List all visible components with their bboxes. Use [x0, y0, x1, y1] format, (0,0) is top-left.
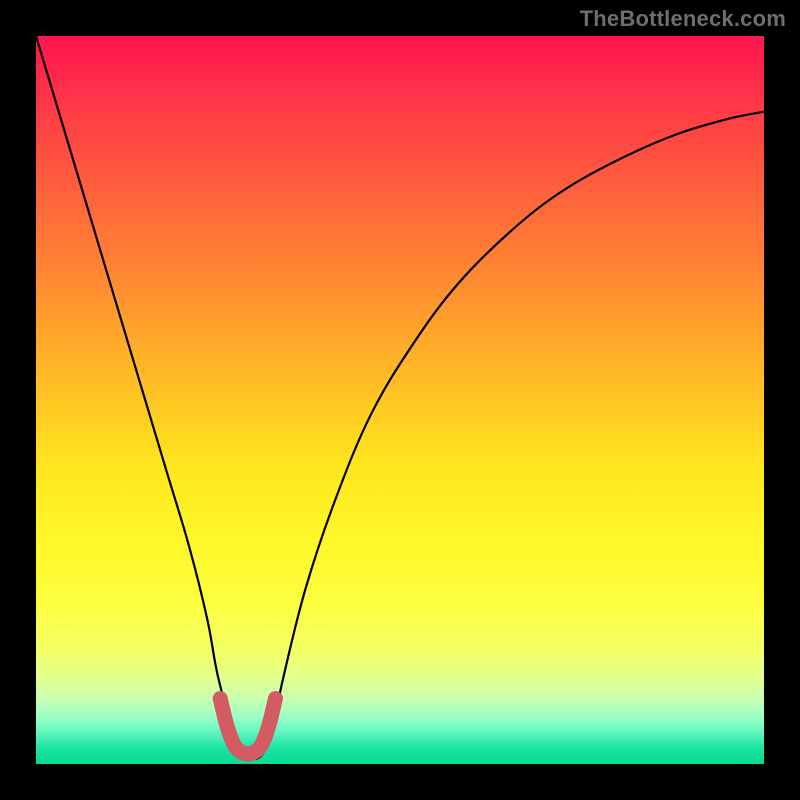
- chart-frame: TheBottleneck.com: [0, 0, 800, 800]
- plot-area: [36, 36, 764, 764]
- watermark-text: TheBottleneck.com: [580, 6, 786, 32]
- optimal-range-highlight: [220, 698, 275, 754]
- curves-layer: [36, 36, 764, 764]
- bottleneck-curve: [36, 36, 764, 759]
